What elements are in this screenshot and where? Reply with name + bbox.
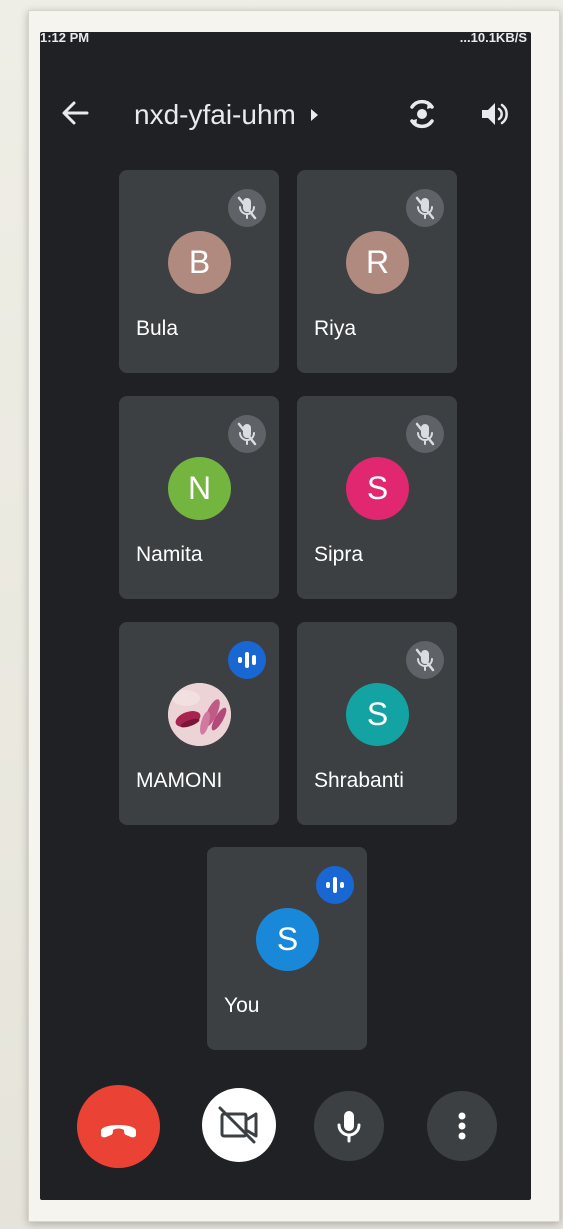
meeting-code[interactable]: nxd-yfai-uhm — [134, 98, 296, 132]
status-bar: 1:12 PM ...10.1KB/S — [40, 32, 531, 48]
avatar: R — [346, 231, 409, 294]
phone-screen: 1:12 PM ...10.1KB/S nxd-yfai-uhm B Bula … — [40, 32, 531, 1200]
status-time: 1:12 PM — [40, 32, 90, 45]
speaker-icon[interactable] — [478, 98, 510, 130]
participant-name: Sipra — [314, 543, 364, 566]
end-call-button[interactable] — [77, 1085, 160, 1168]
participant-name: Riya — [314, 317, 357, 340]
avatar: S — [256, 908, 319, 971]
avatar: S — [346, 457, 409, 520]
mic-off-icon — [406, 189, 444, 227]
audio-level-icon — [316, 866, 354, 904]
status-network-speed: ...10.1KB/S — [459, 32, 527, 45]
avatar: N — [168, 457, 231, 520]
more-options-button[interactable] — [427, 1091, 497, 1161]
camera-off-icon — [218, 1106, 258, 1144]
avatar: S — [346, 683, 409, 746]
mic-off-icon — [228, 415, 266, 453]
participant-tile[interactable]: MAMONI — [119, 622, 279, 825]
device-frame: 1:12 PM ...10.1KB/S nxd-yfai-uhm B Bula … — [0, 0, 563, 1229]
switch-camera-icon[interactable] — [404, 96, 440, 132]
avatar: B — [168, 231, 231, 294]
camera-toggle-button[interactable] — [202, 1088, 276, 1162]
mic-off-icon — [406, 641, 444, 679]
mic-off-icon — [406, 415, 444, 453]
microphone-icon — [337, 1111, 361, 1143]
participant-name: You — [224, 994, 260, 1017]
participant-name: Namita — [136, 543, 203, 566]
self-tile[interactable]: S You — [207, 847, 367, 1050]
end-call-icon — [101, 1125, 136, 1138]
participant-name: Shrabanti — [314, 769, 404, 792]
more-vert-icon — [458, 1112, 466, 1140]
mic-off-icon — [228, 189, 266, 227]
participant-tile[interactable]: S Shrabanti — [297, 622, 457, 825]
participant-name: Bula — [136, 317, 179, 340]
microphone-button[interactable] — [314, 1091, 384, 1161]
participant-name: MAMONI — [136, 769, 223, 792]
profile-photo — [168, 683, 231, 746]
participant-tile[interactable]: S Sipra — [297, 396, 457, 599]
participant-tile[interactable]: B Bula — [119, 170, 279, 373]
participant-tile[interactable]: R Riya — [297, 170, 457, 373]
participant-tile[interactable]: N Namita — [119, 396, 279, 599]
chevron-right-icon[interactable] — [308, 107, 320, 123]
audio-level-icon — [228, 641, 266, 679]
back-arrow-icon[interactable] — [60, 98, 90, 128]
